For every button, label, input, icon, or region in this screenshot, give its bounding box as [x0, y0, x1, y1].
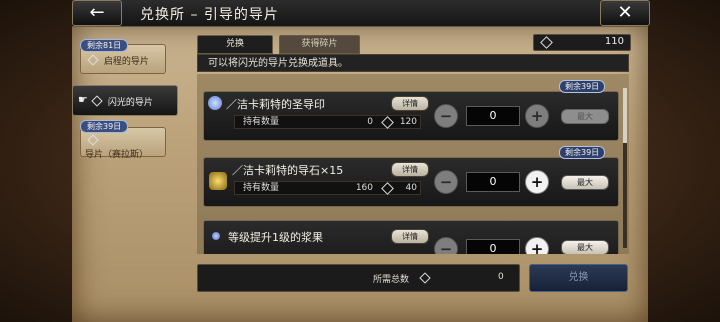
points-value: 110	[604, 36, 624, 47]
close-button[interactable]: ✕	[600, 0, 650, 26]
item-list: ／洁卡莉特的圣导印 详情 持有数量 0 120 − 0 + 最大 剩余39日 ／…	[197, 74, 629, 254]
item-name: ／洁卡莉特的圣导印	[226, 98, 325, 111]
back-arrow-icon: ←	[89, 2, 105, 23]
sidebar-item-label: 导片（赛拉斯）	[85, 150, 149, 160]
held-row: 持有数量 160 40	[234, 181, 421, 195]
remaining-days-badge: 剩余81日	[80, 39, 129, 52]
close-icon: ✕	[617, 2, 633, 23]
detail-button[interactable]: 详情	[391, 229, 429, 244]
sidebar-item-shining[interactable]: ☛ 闪光的导片	[72, 85, 178, 116]
max-button[interactable]: 最大	[561, 240, 609, 254]
increase-button[interactable]: +	[525, 237, 549, 254]
shard-icon	[91, 95, 103, 107]
tab-get-shards[interactable]: 获得碎片	[279, 35, 360, 54]
total-panel: 所需总数 0	[197, 264, 520, 292]
shard-icon	[540, 36, 553, 49]
exchange-button[interactable]: 兑换	[529, 264, 628, 292]
header-bar: 兑换所 – 引导的导片	[72, 0, 648, 27]
shard-icon	[87, 54, 99, 66]
list-item: 等级提升1级的浆果 详情 − 0 + 最大	[203, 220, 619, 254]
held-label: 持有数量	[243, 117, 280, 127]
back-button[interactable]: ←	[72, 0, 122, 26]
list-item: ／洁卡莉特的导石×15 详情 持有数量 160 40 − 0 + 最大	[203, 157, 619, 207]
list-item: ／洁卡莉特的圣导印 详情 持有数量 0 120 − 0 + 最大	[203, 91, 619, 141]
item-name: ／洁卡莉特的导石×15	[232, 164, 344, 177]
seal-icon	[208, 96, 222, 110]
increase-button[interactable]: +	[525, 170, 549, 194]
quantity-field: 0	[466, 172, 520, 192]
item-name: 等级提升1级的浆果	[228, 231, 323, 244]
remaining-days-badge: 剩余39日	[80, 120, 129, 133]
decrease-button[interactable]: −	[434, 237, 458, 254]
shard-icon	[381, 116, 394, 129]
total-value: 0	[498, 272, 504, 282]
held-label: 持有数量	[243, 183, 280, 193]
held-value: 160	[355, 183, 373, 193]
max-button[interactable]: 最大	[561, 175, 609, 190]
cost-value: 40	[405, 183, 417, 193]
tab-exchange[interactable]: 兑换	[197, 35, 273, 54]
page-title: 兑换所 – 引导的导片	[140, 7, 279, 23]
quantity-field: 0	[466, 239, 520, 254]
points-display: 110	[533, 34, 631, 51]
total-label: 所需总数	[373, 275, 410, 285]
increase-button[interactable]: +	[525, 104, 549, 128]
sidebar-item-label: 启程的导片	[103, 57, 149, 67]
shard-icon	[87, 134, 99, 146]
info-text: 可以将闪光的导片兑换成道具。	[197, 54, 629, 72]
detail-button[interactable]: 详情	[391, 96, 429, 111]
scrollbar-thumb[interactable]	[623, 88, 627, 143]
sidebar-item-label: 闪光的导片	[107, 98, 153, 108]
shard-icon	[381, 182, 394, 195]
shard-icon	[419, 272, 431, 284]
berry-icon	[212, 232, 220, 240]
decrease-button[interactable]: −	[434, 104, 458, 128]
cost-value: 120	[399, 117, 417, 127]
held-value: 0	[367, 117, 373, 127]
pointer-hand-icon: ☛	[78, 93, 88, 106]
remaining-days-badge: 剩余39日	[559, 80, 606, 93]
max-button[interactable]: 最大	[561, 109, 609, 124]
decrease-button[interactable]: −	[434, 170, 458, 194]
held-row: 持有数量 0 120	[234, 115, 421, 129]
remaining-days-badge: 剩余39日	[559, 146, 606, 159]
gem-icon	[209, 172, 227, 190]
quantity-field: 0	[466, 106, 520, 126]
detail-button[interactable]: 详情	[391, 162, 429, 177]
